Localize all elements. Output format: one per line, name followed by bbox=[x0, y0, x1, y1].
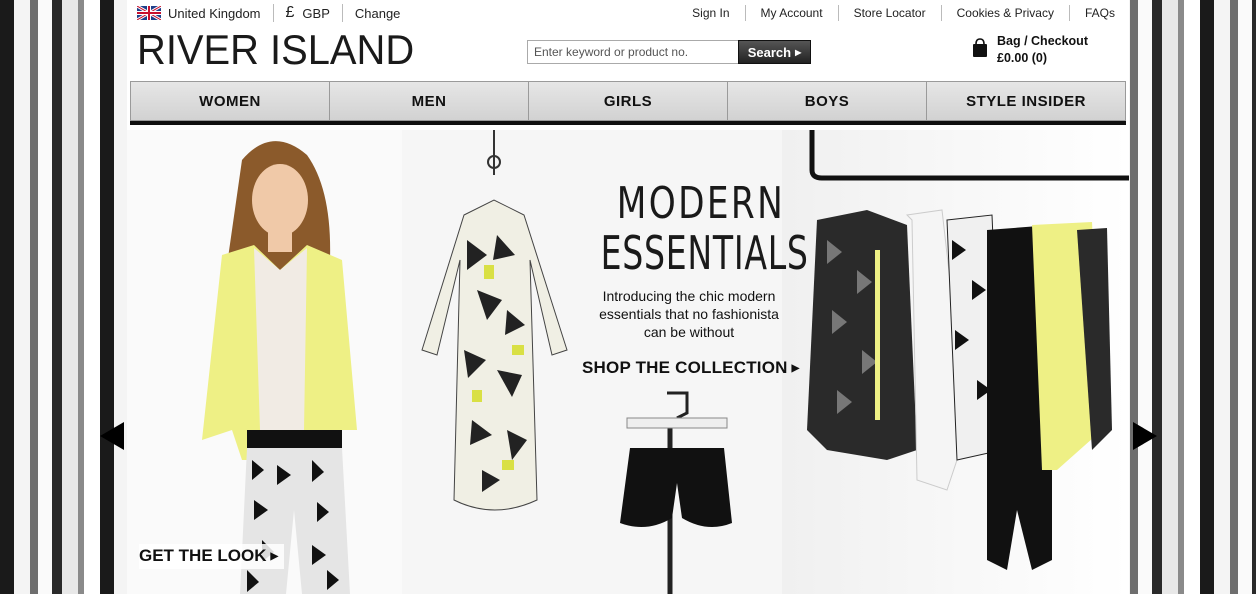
hero-headline-essentials: ESSENTIALS bbox=[600, 226, 809, 280]
carousel-prev-arrow-icon[interactable] bbox=[100, 422, 124, 450]
sign-in-link[interactable]: Sign In bbox=[677, 5, 746, 21]
nav-divider bbox=[130, 121, 1126, 125]
search-input[interactable] bbox=[527, 40, 739, 64]
brand-logo[interactable]: RIVER ISLAND bbox=[137, 26, 414, 74]
utility-links: Sign In My Account Store Locator Cookies… bbox=[677, 4, 1115, 22]
search-button[interactable]: Search ▶ bbox=[738, 40, 811, 64]
play-arrow-icon: ▶ bbox=[791, 363, 800, 374]
uk-flag-icon bbox=[137, 6, 161, 20]
shop-collection-link[interactable]: SHOP THE COLLECTION ▶ bbox=[582, 358, 800, 378]
region-selector[interactable]: United Kingdom bbox=[137, 4, 274, 22]
clothing-rail-image bbox=[807, 130, 1129, 570]
change-link[interactable]: Change bbox=[343, 4, 413, 22]
bag-label: Bag / Checkout bbox=[997, 34, 1088, 48]
shopping-bag-icon bbox=[973, 38, 987, 57]
utility-bar-left: United Kingdom £ GBP Change bbox=[137, 4, 412, 22]
main-nav: WOMEN MEN GIRLS BOYS STYLE INSIDER bbox=[130, 81, 1126, 121]
page-container: United Kingdom £ GBP Change Sign In My A… bbox=[127, 0, 1129, 594]
hero-intro-text: Introducing the chic modern essentials t… bbox=[599, 288, 779, 340]
nav-item-boys[interactable]: BOYS bbox=[728, 82, 927, 120]
shop-collection-label: SHOP THE COLLECTION bbox=[582, 358, 788, 377]
search-button-label: Search bbox=[747, 44, 792, 60]
cookies-privacy-link[interactable]: Cookies & Privacy bbox=[942, 5, 1070, 21]
carousel-next-arrow-icon[interactable] bbox=[1133, 422, 1157, 450]
hero-banner[interactable]: MODERN ESSENTIALS Introducing the chic m… bbox=[127, 130, 1129, 594]
get-the-look-label: GET THE LOOK bbox=[139, 546, 267, 565]
store-locator-link[interactable]: Store Locator bbox=[839, 5, 942, 21]
play-arrow-icon: ▶ bbox=[795, 47, 802, 57]
printed-dress-image bbox=[421, 130, 568, 511]
get-the-look-link[interactable]: GET THE LOOK ▶ bbox=[139, 544, 285, 569]
play-arrow-icon: ▶ bbox=[270, 551, 279, 562]
nav-item-women[interactable]: WOMEN bbox=[131, 82, 330, 120]
bag-total: £0.00 (0) bbox=[997, 51, 1048, 65]
faqs-link[interactable]: FAQs bbox=[1070, 5, 1115, 21]
nav-item-men[interactable]: MEN bbox=[330, 82, 529, 120]
bag-checkout[interactable]: Bag / Checkout £0.00 (0) bbox=[972, 33, 1088, 67]
region-label: United Kingdom bbox=[168, 5, 261, 21]
hero-headline-modern: MODERN bbox=[616, 178, 786, 229]
currency-selector[interactable]: £ GBP bbox=[274, 4, 343, 22]
nav-item-style-insider[interactable]: STYLE INSIDER bbox=[927, 82, 1125, 120]
currency-label: GBP bbox=[302, 5, 330, 21]
shorts-image bbox=[620, 391, 732, 594]
nav-item-girls[interactable]: GIRLS bbox=[529, 82, 728, 120]
currency-symbol: £ bbox=[285, 4, 295, 21]
model-image bbox=[202, 141, 357, 594]
my-account-link[interactable]: My Account bbox=[746, 5, 839, 21]
